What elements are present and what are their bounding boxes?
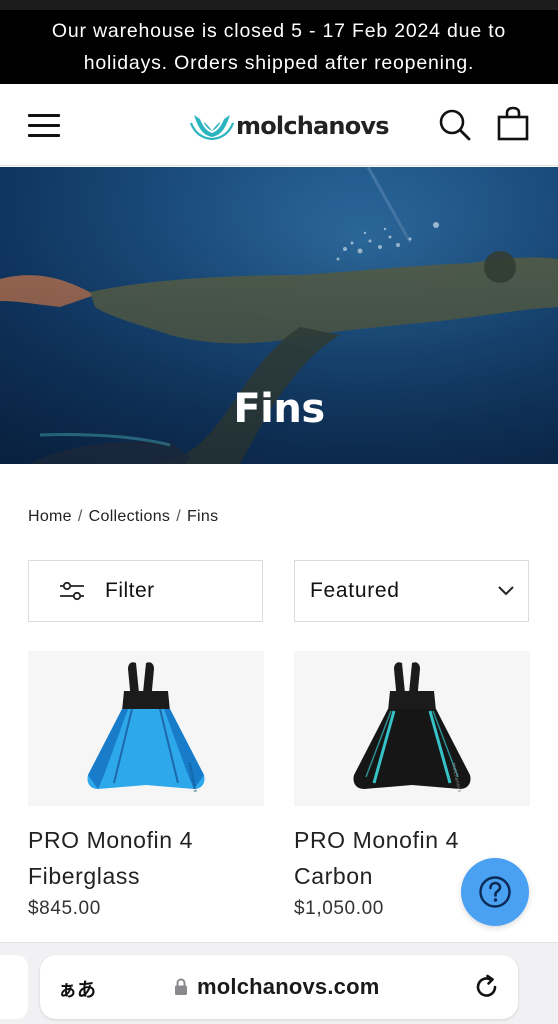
cart-icon	[497, 106, 529, 141]
filter-label: Filter	[105, 579, 155, 602]
menu-button[interactable]	[26, 109, 64, 141]
breadcrumb: Home / Collections / Fins	[28, 508, 218, 526]
hero-title: Fins	[233, 386, 325, 432]
logo[interactable]: molchanovs	[190, 106, 390, 146]
monofin-image: molchanovs	[353, 662, 471, 793]
site-header: molchanovs	[0, 84, 558, 166]
url-field[interactable]: molchanovs.com	[174, 974, 380, 1000]
logo-text: molchanovs	[236, 112, 390, 140]
announcement-line-1: Our warehouse is closed 5 - 17 Feb 2024 …	[51, 20, 507, 42]
breadcrumb-current: Fins	[186, 508, 219, 525]
url-text: molchanovs.com	[197, 974, 380, 999]
product-card[interactable]: molchanovs PRO Monofin 4 Fiberglass $845…	[28, 651, 264, 920]
previous-tab-peek[interactable]	[0, 955, 28, 1019]
question-icon	[479, 876, 511, 908]
monofin-image: molchanovs	[87, 662, 205, 793]
filter-button[interactable]: Filter	[28, 560, 263, 622]
product-price: $845.00	[28, 898, 101, 919]
sort-select[interactable]: Featured	[294, 560, 529, 622]
search-button[interactable]	[438, 108, 472, 142]
product-image[interactable]: molchanovs	[294, 651, 530, 806]
menu-icon	[28, 114, 60, 117]
cart-button[interactable]	[496, 106, 530, 142]
lock-icon	[175, 978, 187, 995]
announcement-bar: Our warehouse is closed 5 - 17 Feb 2024 …	[0, 10, 558, 84]
reload-button[interactable]	[474, 974, 500, 1000]
sort-selected-value: Featured	[310, 579, 400, 602]
page-settings-button[interactable]: ぁあ	[58, 975, 96, 1002]
breadcrumb-home[interactable]: Home	[28, 508, 72, 526]
product-name[interactable]: PRO Monofin 4 Fiberglass	[28, 822, 264, 894]
address-bar[interactable]: ぁあ molchanovs.com	[40, 955, 518, 1019]
chevron-down-icon	[498, 586, 514, 596]
help-button[interactable]	[461, 858, 529, 926]
logo-mark-icon	[190, 115, 234, 141]
breadcrumb-separator: /	[176, 508, 181, 525]
status-strip	[0, 0, 558, 10]
breadcrumb-collections[interactable]: Collections	[89, 508, 171, 526]
search-icon	[439, 109, 471, 141]
breadcrumb-separator: /	[77, 508, 83, 525]
product-image[interactable]: molchanovs	[28, 651, 264, 806]
browser-toolbar: ぁあ molchanovs.com	[0, 942, 558, 1024]
reload-icon	[476, 974, 497, 997]
announcement-line-2: holidays. Orders shipped after reopening…	[83, 52, 475, 74]
filter-sliders-icon	[60, 581, 84, 601]
